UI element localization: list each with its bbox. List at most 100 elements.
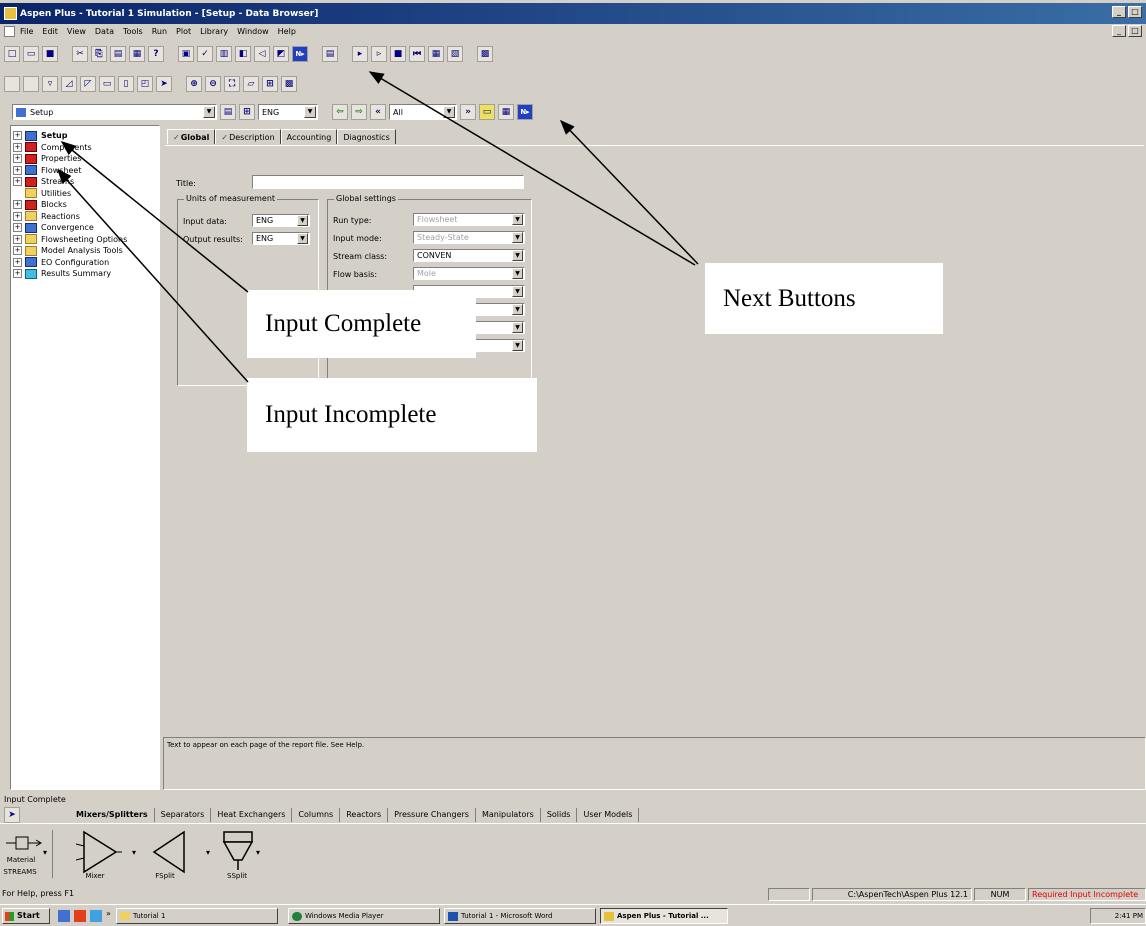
menu-library[interactable]: Library: [200, 27, 228, 36]
components-icon[interactable]: ▥: [216, 46, 232, 62]
form-select[interactable]: Setup ▼: [12, 104, 217, 120]
start-run-icon[interactable]: ▸: [352, 46, 368, 62]
chevron-down-icon[interactable]: ▾: [132, 848, 136, 857]
menu-edit[interactable]: Edit: [42, 27, 58, 36]
ssplit-cyclone-icon[interactable]: [218, 828, 258, 874]
setup-icon[interactable]: ✓: [197, 46, 213, 62]
taskbar-item-word[interactable]: Tutorial 1 - Microsoft Word: [444, 908, 596, 924]
tree-item-reactions[interactable]: + Reactions: [11, 211, 159, 223]
section-icon-3[interactable]: ▿: [42, 76, 58, 92]
expand-icon[interactable]: +: [13, 154, 22, 164]
previous-section-icon[interactable]: «: [370, 104, 386, 120]
next-section-icon[interactable]: »: [460, 104, 476, 120]
tree-item-flowsheet[interactable]: + Flowsheet: [11, 165, 159, 177]
report-icon[interactable]: ▧: [447, 46, 463, 62]
menu-run[interactable]: Run: [152, 27, 167, 36]
chevron-down-icon[interactable]: ▾: [43, 848, 47, 857]
tab-global[interactable]: ✓ Global: [167, 129, 216, 144]
back-arrow-icon[interactable]: ⇦: [332, 104, 348, 120]
tree-item-model-analysis-tools[interactable]: + Model Analysis Tools: [11, 245, 159, 257]
section-icon-1[interactable]: [4, 76, 20, 92]
menu-data[interactable]: Data: [95, 27, 114, 36]
flowsheet-icon[interactable]: ▱: [243, 76, 259, 92]
run-type-select[interactable]: Flowsheet ▼: [413, 213, 525, 226]
mdi-minimize-button[interactable]: _: [1112, 25, 1126, 37]
taskbar-item-aspen[interactable]: Aspen Plus - Tutorial ...: [600, 908, 728, 924]
select-pointer-icon[interactable]: ➤: [156, 76, 172, 92]
status-icon[interactable]: ▦: [498, 104, 514, 120]
required-input-status[interactable]: Required Input Incomplete: [1028, 888, 1146, 901]
expand-icon[interactable]: +: [13, 257, 22, 267]
zoom-in-icon[interactable]: ⊕: [186, 76, 202, 92]
paste-icon[interactable]: ▤: [110, 46, 126, 62]
expand-icon[interactable]: +: [13, 200, 22, 210]
tree-item-convergence[interactable]: + Convergence: [11, 222, 159, 234]
mdi-restore-button[interactable]: □: [1128, 25, 1142, 37]
material-stream-icon[interactable]: [4, 832, 44, 854]
open-icon[interactable]: ▭: [23, 46, 39, 62]
chevron-down-icon[interactable]: ▾: [206, 848, 210, 857]
expand-icon[interactable]: +: [13, 177, 22, 187]
tab-pressure-changers[interactable]: Pressure Changers: [388, 808, 476, 822]
save-icon[interactable]: ■: [42, 46, 58, 62]
start-button[interactable]: Start: [2, 908, 50, 924]
input-mode-select[interactable]: Steady-State ▼: [413, 231, 525, 244]
data-browser-icon[interactable]: ▣: [178, 46, 194, 62]
tab-solids[interactable]: Solids: [541, 808, 578, 822]
check-results-icon[interactable]: ▦: [428, 46, 444, 62]
tree-item-streams[interactable]: + Streams: [11, 176, 159, 188]
new-icon[interactable]: □: [4, 46, 20, 62]
tab-columns[interactable]: Columns: [292, 808, 341, 822]
menu-view[interactable]: View: [67, 27, 86, 36]
media-quicklaunch-icon[interactable]: [74, 910, 86, 922]
document-icon[interactable]: [4, 26, 15, 37]
streams-icon[interactable]: ◁: [254, 46, 270, 62]
taskbar-item-tutorial-folder[interactable]: Tutorial 1: [116, 908, 278, 924]
print-icon[interactable]: ▦: [129, 46, 145, 62]
object-manager-icon[interactable]: ▭: [479, 104, 495, 120]
tab-reactors[interactable]: Reactors: [340, 808, 389, 822]
tree-item-properties[interactable]: + Properties: [11, 153, 159, 165]
tree-toggle-icon[interactable]: ⊞: [239, 104, 255, 120]
tab-heat-exchangers[interactable]: Heat Exchangers: [211, 808, 293, 822]
menu-plot[interactable]: Plot: [176, 27, 191, 36]
tab-diagnostics[interactable]: Diagnostics: [337, 129, 396, 144]
expand-icon[interactable]: +: [13, 131, 22, 141]
ie-quicklaunch-icon[interactable]: [58, 910, 70, 922]
expand-icon[interactable]: +: [13, 165, 22, 175]
tree-item-setup[interactable]: + Setup: [11, 130, 159, 142]
mixer-triangle-icon[interactable]: [72, 830, 122, 874]
desktop-quicklaunch-icon[interactable]: [90, 910, 102, 922]
blocks-icon[interactable]: ◩: [273, 46, 289, 62]
tree-item-blocks[interactable]: + Blocks: [11, 199, 159, 211]
units-select[interactable]: ENG ▼: [258, 104, 318, 120]
properties-icon[interactable]: ◧: [235, 46, 251, 62]
expand-icon[interactable]: +: [13, 269, 22, 279]
taskbar-item-media-player[interactable]: Windows Media Player: [288, 908, 440, 924]
tree-item-flowsheeting-options[interactable]: + Flowsheeting Options: [11, 234, 159, 246]
help-pointer-icon[interactable]: ?: [148, 46, 164, 62]
title-input[interactable]: [252, 175, 524, 189]
zoom-out-icon[interactable]: ⊖: [205, 76, 221, 92]
tab-manipulators[interactable]: Manipulators: [476, 808, 541, 822]
model-library-icon[interactable]: ▩: [281, 76, 297, 92]
tree-item-components[interactable]: + Components: [11, 142, 159, 154]
stop-icon[interactable]: ■: [390, 46, 406, 62]
tab-accounting[interactable]: Accounting: [280, 129, 338, 144]
align-icon[interactable]: ⊞: [262, 76, 278, 92]
tree-item-eo-configuration[interactable]: + EO Configuration: [11, 257, 159, 269]
menu-window[interactable]: Window: [237, 27, 269, 36]
section-icon-2[interactable]: [23, 76, 39, 92]
menu-file[interactable]: File: [20, 27, 33, 36]
menu-tools[interactable]: Tools: [123, 27, 143, 36]
section-select[interactable]: All ▼: [389, 104, 457, 120]
tab-separators[interactable]: Separators: [155, 808, 212, 822]
section-icon-8[interactable]: ◰: [137, 76, 153, 92]
expand-icon[interactable]: +: [13, 246, 22, 256]
tree-item-utilities[interactable]: Utilities: [11, 188, 159, 200]
expand-icon[interactable]: +: [13, 234, 22, 244]
next-toolbar-button[interactable]: N▸: [292, 46, 308, 62]
expand-icon[interactable]: +: [13, 223, 22, 233]
chevron-down-icon[interactable]: ▾: [256, 848, 260, 857]
tab-mixers-splitters[interactable]: Mixers/Splitters: [70, 808, 155, 822]
